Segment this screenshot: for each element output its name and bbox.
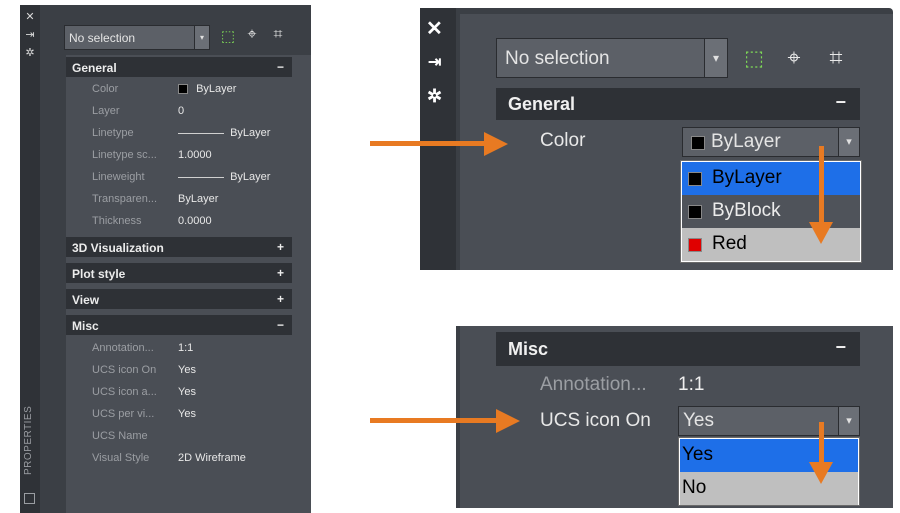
section-3d-visualization[interactable]: 3D Visualization + (66, 237, 292, 257)
color-swatch (688, 238, 702, 252)
callout-arrowhead (484, 132, 508, 156)
prop-label: Visual Style (92, 452, 150, 464)
prop-label: Lineweight (92, 171, 145, 183)
palette-title-strip: ✕ ⇥ ✲ (420, 8, 456, 270)
callout-arrowhead (496, 409, 520, 433)
prop-value[interactable]: 2D Wireframe (178, 452, 246, 464)
color-swatch (691, 136, 705, 150)
chevron-down-icon[interactable]: ▾ (838, 128, 859, 156)
chevron-down-icon[interactable]: ▾ (838, 407, 859, 435)
quick-select-icon[interactable]: ⌗ (270, 26, 286, 44)
section-misc[interactable]: Misc − (496, 332, 860, 366)
properties-icon[interactable]: ✲ (427, 86, 442, 107)
chevron-down-icon[interactable]: ▾ (704, 39, 727, 77)
callout-arrow (370, 418, 500, 423)
prop-value[interactable]: 1.0000 (178, 149, 212, 161)
prop-label: UCS per vi... (92, 408, 155, 420)
quick-select-icon[interactable]: ⌗ (824, 44, 848, 71)
collapse-icon[interactable]: − (835, 92, 846, 113)
callout-arrowhead-down (809, 222, 833, 244)
prop-label: Linetype sc... (92, 149, 157, 161)
auto-hide-icon[interactable]: ⇥ (20, 28, 40, 42)
section-misc[interactable]: Misc − (66, 315, 292, 335)
prop-value[interactable]: ByLayer (178, 193, 218, 205)
prop-value[interactable]: 1:1 (178, 342, 193, 354)
palette-menu-icon[interactable] (24, 493, 35, 504)
color-dropdown[interactable]: ByLayer ▾ (682, 127, 860, 157)
callout-arrow-down (819, 422, 824, 466)
section-view[interactable]: View + (66, 289, 292, 309)
prop-label: UCS icon a... (92, 386, 157, 398)
collapse-icon[interactable]: − (277, 60, 284, 74)
prop-value[interactable]: Yes (178, 408, 196, 420)
properties-palette: ✕ ⇥ ✲ PROPERTIES No selection ▾ ⬚ ⌖ ⌗ Ge… (20, 5, 311, 513)
toggle-pickadd-icon[interactable]: ⬚ (220, 27, 236, 45)
prop-label: Annotation... (92, 342, 154, 354)
prop-label: Linetype (92, 127, 134, 139)
color-swatch (178, 84, 188, 95)
select-objects-icon[interactable]: ⌖ (244, 26, 260, 44)
prop-value[interactable]: Yes (178, 386, 196, 398)
color-label: Color (540, 130, 586, 151)
prop-value[interactable]: ByLayer (178, 171, 270, 183)
selection-dropdown[interactable]: No selection ▾ (496, 38, 728, 78)
expand-icon[interactable]: + (277, 292, 284, 306)
close-icon[interactable]: ✕ (426, 16, 443, 41)
section-general[interactable]: General − (66, 57, 292, 77)
toggle-pickadd-icon[interactable]: ⬚ (742, 46, 766, 71)
auto-hide-icon[interactable]: ⇥ (428, 52, 441, 72)
expand-icon[interactable]: + (277, 240, 284, 254)
prop-label: UCS Name (92, 430, 148, 442)
select-objects-icon[interactable]: ⌖ (782, 44, 806, 71)
chevron-down-icon[interactable]: ▾ (194, 26, 209, 49)
section-general[interactable]: General − (496, 88, 860, 120)
collapse-icon[interactable]: − (835, 337, 846, 358)
callout-arrow (370, 141, 488, 146)
option-bylayer[interactable]: ByLayer (682, 162, 860, 195)
linetype-preview (178, 132, 224, 134)
annotation-label: Annotation... (540, 374, 647, 395)
selection-dropdown[interactable]: No selection ▾ (64, 25, 210, 50)
properties-icon[interactable]: ✲ (20, 46, 40, 60)
color-swatch (688, 172, 702, 186)
color-options-list: ByLayer ByBlock Red (680, 160, 862, 263)
prop-label: Thickness (92, 215, 142, 227)
collapse-icon[interactable]: − (277, 318, 284, 332)
prop-value[interactable]: 0.0000 (178, 215, 212, 227)
prop-label: Color (92, 83, 119, 95)
lineweight-preview (178, 176, 224, 178)
selection-value: No selection (505, 48, 610, 69)
selection-value: No selection (69, 31, 136, 45)
prop-value[interactable]: 0 (178, 105, 184, 117)
prop-label: UCS icon On (92, 364, 157, 376)
palette-title-strip: ✕ ⇥ ✲ PROPERTIES (20, 5, 40, 513)
annotation-value[interactable]: 1:1 (678, 374, 704, 396)
prop-label: Layer (92, 105, 120, 117)
close-icon[interactable]: ✕ (20, 10, 40, 24)
prop-value[interactable]: ByLayer (178, 127, 270, 139)
palette-title: PROPERTIES (23, 405, 34, 475)
prop-label: Transparen... (92, 193, 158, 205)
properties-grid (66, 55, 311, 513)
prop-value[interactable]: Yes (178, 364, 196, 376)
section-plot-style[interactable]: Plot style + (66, 263, 292, 283)
callout-arrowhead-down (809, 462, 833, 484)
ucs-icon-on-label: UCS icon On (540, 410, 651, 431)
expand-icon[interactable]: + (277, 266, 284, 280)
color-swatch (688, 205, 702, 219)
ucs-icon-on-dropdown[interactable]: Yes ▾ (678, 406, 860, 436)
callout-arrow-down (819, 146, 824, 226)
prop-value-color[interactable]: ByLayer (178, 83, 236, 95)
